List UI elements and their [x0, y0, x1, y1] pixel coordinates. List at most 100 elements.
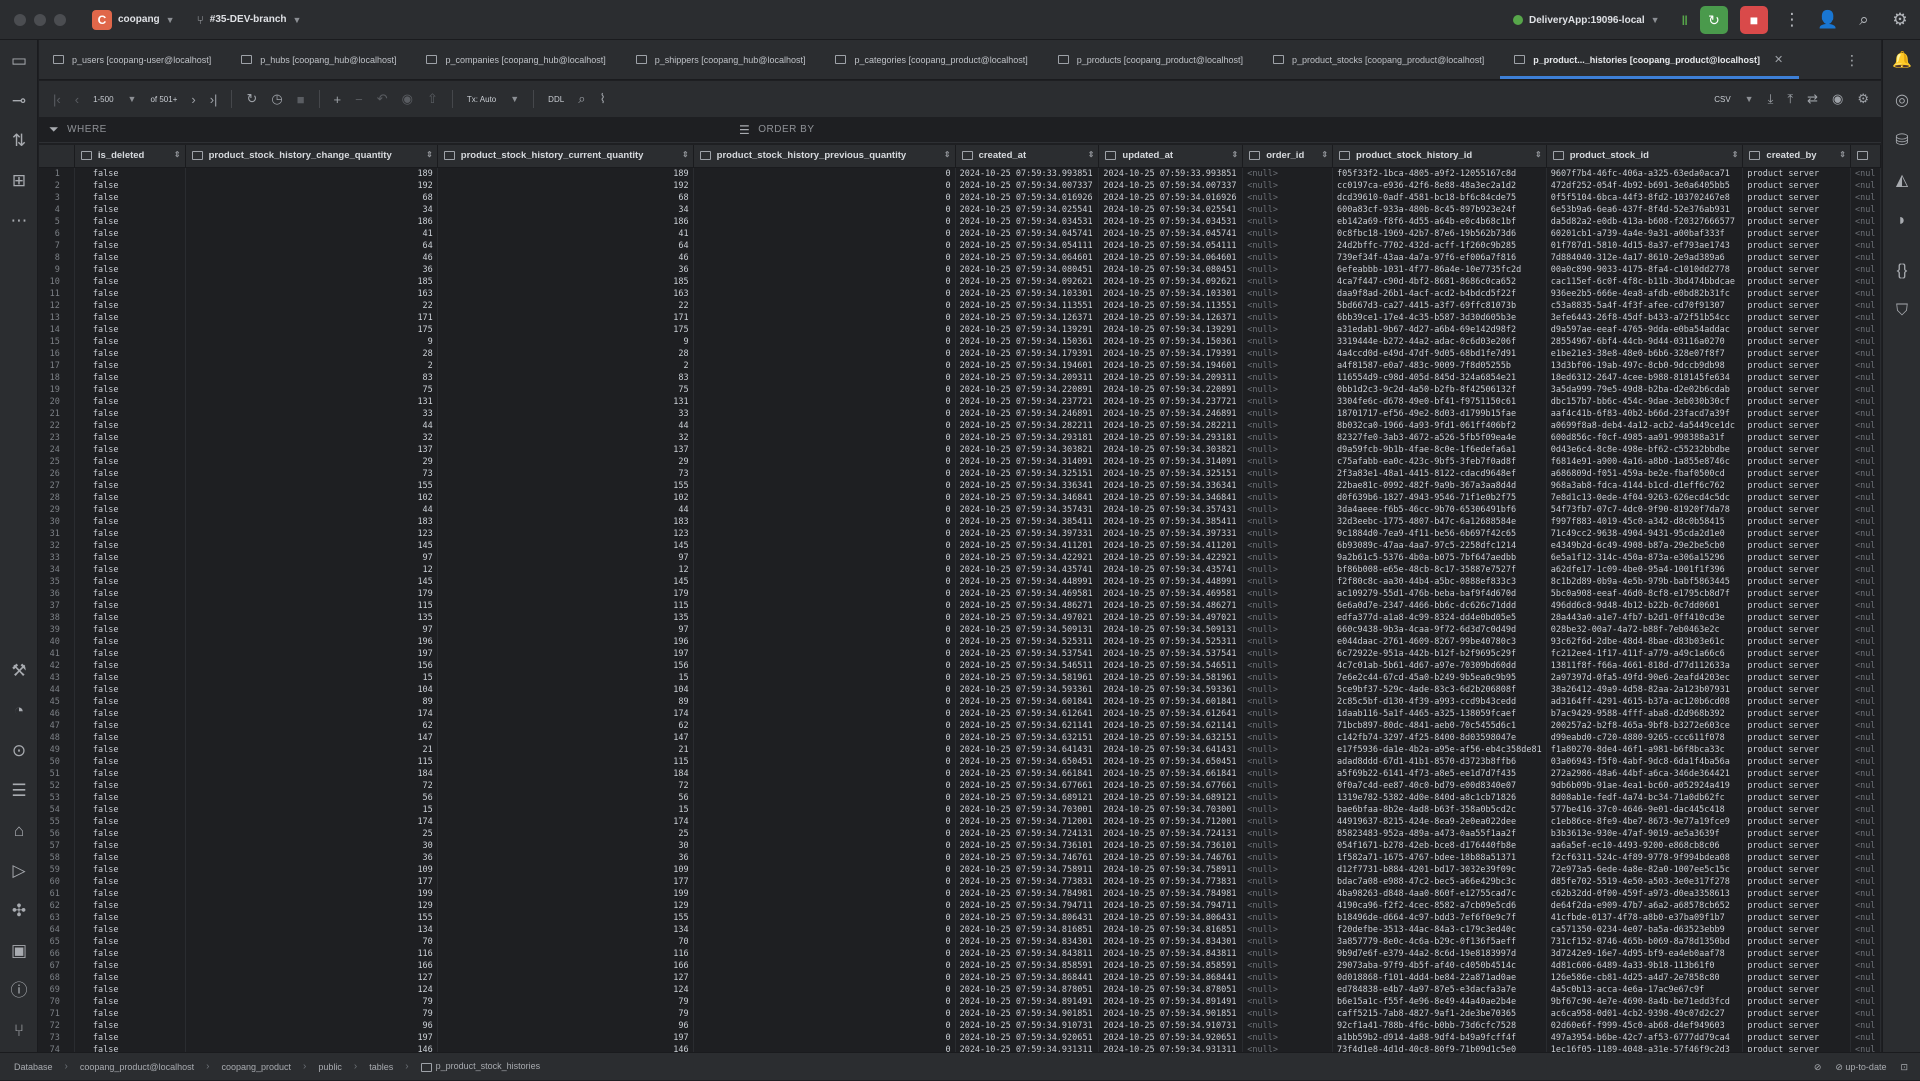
cell-product-stock-history-id[interactable]: 6b93089c-47aa-4aa7-97c5-2258dfc1214: [1332, 539, 1547, 552]
cell-change-quantity[interactable]: 36: [185, 851, 438, 864]
cell-current-quantity[interactable]: 174: [437, 815, 694, 828]
cell-previous-quantity[interactable]: 0: [693, 635, 956, 648]
cell-order-id[interactable]: <null>: [1242, 887, 1334, 900]
cell-previous-quantity[interactable]: 0: [693, 851, 956, 864]
cell-extra[interactable]: <nul: [1850, 455, 1881, 468]
cell-product-stock-history-id[interactable]: 71bcb897-80dc-4841-aeb0-70c5455d6c1: [1332, 719, 1547, 732]
cell-created-at[interactable]: 2024-10-25 07:59:34.546511: [955, 659, 1100, 672]
table-row[interactable]: 1 false 189 189 0 2024-10-25 07:59:33.993851 2…: [39, 167, 1881, 180]
cell-current-quantity[interactable]: 171: [437, 311, 694, 324]
cell-extra[interactable]: <nul: [1850, 383, 1881, 396]
cell-created-at[interactable]: 2024-10-25 07:59:34.385411: [955, 515, 1100, 528]
cell-previous-quantity[interactable]: 0: [693, 623, 956, 636]
cell-is-deleted[interactable]: false: [74, 215, 186, 228]
cell-product-stock-history-id[interactable]: a4f81587-e0a7-483c-9009-7f8d05255b: [1332, 359, 1547, 372]
cell-product-stock-id[interactable]: dbc157b7-bb6c-454c-9dae-3eb030b30cf: [1546, 395, 1744, 408]
cell-created-by[interactable]: product server: [1742, 707, 1851, 720]
cell-current-quantity[interactable]: 46: [437, 251, 694, 264]
cell-created-at[interactable]: 2024-10-25 07:59:34.581961: [955, 671, 1100, 684]
cell-created-at[interactable]: 2024-10-25 07:59:34.282211: [955, 419, 1100, 432]
table-row[interactable]: 49 false 21 21 0 2024-10-25 07:59:34.641431 20…: [39, 743, 1881, 756]
cell-created-at[interactable]: 2024-10-25 07:59:34.509131: [955, 623, 1100, 636]
table-row[interactable]: 72 false 96 96 0 2024-10-25 07:59:34.910731 20…: [39, 1019, 1881, 1032]
cell-change-quantity[interactable]: 70: [185, 935, 438, 948]
cell-change-quantity[interactable]: 97: [185, 551, 438, 564]
cell-extra[interactable]: <nul: [1850, 779, 1881, 792]
cell-product-stock-history-id[interactable]: a1bb59b2-d914-4a88-9df4-b49a9fcff4f: [1332, 1031, 1547, 1044]
breadcrumb-item[interactable]: tables: [369, 1062, 393, 1072]
export-format-selector[interactable]: CSV: [1714, 95, 1730, 104]
tab-3[interactable]: p_shippers [coopang_hub@localhost]: [622, 40, 822, 79]
cell-extra[interactable]: <nul: [1850, 875, 1881, 888]
cell-product-stock-id[interactable]: 028be32-00a7-4a72-b88f-7eb0463e2c: [1546, 623, 1744, 636]
cell-current-quantity[interactable]: 185: [437, 275, 694, 288]
cell-order-id[interactable]: <null>: [1242, 755, 1334, 768]
cell-extra[interactable]: <nul: [1850, 731, 1881, 744]
cell-updated-at[interactable]: 2024-10-25 07:59:34.736101: [1098, 839, 1244, 852]
cell-change-quantity[interactable]: 102: [185, 491, 438, 504]
stop-button[interactable]: ■: [1740, 6, 1768, 34]
cell-change-quantity[interactable]: 145: [185, 539, 438, 552]
cell-extra[interactable]: <nul: [1850, 923, 1881, 936]
cell-current-quantity[interactable]: 75: [437, 383, 694, 396]
cell-order-id[interactable]: <null>: [1242, 947, 1334, 960]
cell-product-stock-id[interactable]: e4349b2d-6c49-4908-b87a-29e2be5cb0: [1546, 539, 1744, 552]
cell-is-deleted[interactable]: false: [74, 539, 186, 552]
cell-extra[interactable]: <nul: [1850, 611, 1881, 624]
cell-product-stock-id[interactable]: a62dfe17-1c09-4be0-95a4-1001f1f396: [1546, 563, 1744, 576]
cell-created-at[interactable]: 2024-10-25 07:59:34.537541: [955, 647, 1100, 660]
cell-change-quantity[interactable]: 72: [185, 779, 438, 792]
cell-current-quantity[interactable]: 199: [437, 887, 694, 900]
cell-created-by[interactable]: product server: [1742, 407, 1851, 420]
cell-order-id[interactable]: <null>: [1242, 743, 1334, 756]
cell-is-deleted[interactable]: false: [74, 791, 186, 804]
cell-current-quantity[interactable]: 115: [437, 599, 694, 612]
cell-change-quantity[interactable]: 46: [185, 251, 438, 264]
more-actions-icon[interactable]: ⋮: [1780, 10, 1804, 30]
cell-created-by[interactable]: product server: [1742, 599, 1851, 612]
table-row[interactable]: 45 false 89 89 0 2024-10-25 07:59:34.601841 20…: [39, 695, 1881, 708]
cell-is-deleted[interactable]: false: [74, 491, 186, 504]
cell-order-id[interactable]: <null>: [1242, 803, 1334, 816]
cell-current-quantity[interactable]: 2: [437, 359, 694, 372]
cell-change-quantity[interactable]: 28: [185, 347, 438, 360]
cell-order-id[interactable]: <null>: [1242, 503, 1334, 516]
cell-updated-at[interactable]: 2024-10-25 07:59:34.901851: [1098, 1007, 1244, 1020]
cell-product-stock-id[interactable]: a686809d-f051-459a-be2e-fbaf0500cd: [1546, 467, 1744, 480]
cell-created-by[interactable]: product server: [1742, 227, 1851, 240]
cell-is-deleted[interactable]: false: [74, 995, 186, 1008]
add-row-icon[interactable]: +: [334, 92, 342, 107]
cell-is-deleted[interactable]: false: [74, 407, 186, 420]
table-row[interactable]: 29 false 44 44 0 2024-10-25 07:59:34.357431 20…: [39, 503, 1881, 516]
cell-is-deleted[interactable]: false: [74, 251, 186, 264]
cell-order-id[interactable]: <null>: [1242, 827, 1334, 840]
cell-order-id[interactable]: <null>: [1242, 335, 1334, 348]
cell-created-by[interactable]: product server: [1742, 1043, 1851, 1052]
cell-product-stock-history-id[interactable]: 22bae81c-0992-482f-9a9b-367a3aa8d4d: [1332, 479, 1547, 492]
cell-current-quantity[interactable]: 129: [437, 899, 694, 912]
bookmarks-icon[interactable]: ⌂: [8, 820, 30, 842]
cell-updated-at[interactable]: 2024-10-25 07:59:34.357431: [1098, 503, 1244, 516]
cell-created-by[interactable]: product server: [1742, 803, 1851, 816]
cell-product-stock-id[interactable]: f1a80270-8de4-46f1-a981-b6f8bca33c: [1546, 743, 1744, 756]
table-row[interactable]: 23 false 32 32 0 2024-10-25 07:59:34.293181 20…: [39, 431, 1881, 444]
cell-extra[interactable]: <nul: [1850, 971, 1881, 984]
cell-product-stock-id[interactable]: 497a3954-b6be-42c7-af53-6777dd79ca4: [1546, 1031, 1744, 1044]
cell-previous-quantity[interactable]: 0: [693, 683, 956, 696]
cell-updated-at[interactable]: 2024-10-25 07:59:34.612641: [1098, 707, 1244, 720]
cell-is-deleted[interactable]: false: [74, 935, 186, 948]
cell-created-at[interactable]: 2024-10-25 07:59:34.612641: [955, 707, 1100, 720]
cell-previous-quantity[interactable]: 0: [693, 275, 956, 288]
cell-previous-quantity[interactable]: 0: [693, 191, 956, 204]
table-row[interactable]: 10 false 185 185 0 2024-10-25 07:59:34.092621…: [39, 275, 1881, 288]
cell-change-quantity[interactable]: 34: [185, 203, 438, 216]
cell-product-stock-id[interactable]: 200257a2-b2f8-465a-9bf8-b3272e603ce: [1546, 719, 1744, 732]
cell-previous-quantity[interactable]: 0: [693, 959, 956, 972]
cell-extra[interactable]: <nul: [1850, 287, 1881, 300]
cell-previous-quantity[interactable]: 0: [693, 779, 956, 792]
cell-is-deleted[interactable]: false: [74, 803, 186, 816]
cell-current-quantity[interactable]: 41: [437, 227, 694, 240]
cell-previous-quantity[interactable]: 0: [693, 443, 956, 456]
table-row[interactable]: 41 false 197 197 0 2024-10-25 07:59:34.537541…: [39, 647, 1881, 660]
cell-change-quantity[interactable]: 2: [185, 359, 438, 372]
